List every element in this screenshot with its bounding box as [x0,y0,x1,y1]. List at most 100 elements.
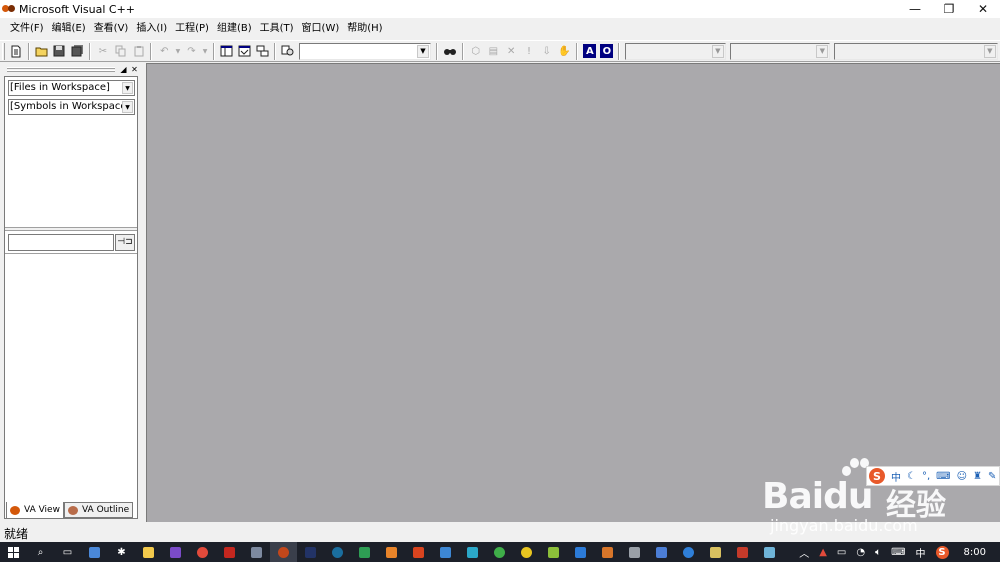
taskbar-app-5-icon[interactable] [324,542,351,562]
taskbar-app-13-icon[interactable] [540,542,567,562]
menu-insert[interactable]: 插入(I) [132,20,171,38]
open-folder-icon[interactable] [34,43,50,60]
sogou-tray-icon[interactable]: S [935,545,949,559]
taskbar-app-6-icon[interactable] [351,542,378,562]
class-combo[interactable]: ▼ [625,42,726,60]
members-combo[interactable]: ▼ [834,42,998,60]
punctuation-icon[interactable]: °, [922,471,930,482]
sogou-logo-icon[interactable]: S [869,468,885,484]
new-text-file-icon[interactable] [8,43,24,60]
chevron-down-icon[interactable]: ▼ [122,101,133,113]
ime-chinese-mode[interactable]: 中 [891,469,901,484]
menu-file[interactable]: 文件(F) [6,20,48,38]
files-in-workspace-combo[interactable]: [Files in Workspace] ▼ [8,80,135,96]
copy-icon[interactable] [113,43,129,60]
chevron-down-icon[interactable]: ▼ [122,82,133,94]
panel-close-icon[interactable]: ✕ [130,65,139,74]
compile-icon[interactable]: ⬡ [468,43,484,60]
tab-va-view[interactable]: VA View [6,502,64,519]
redo-icon[interactable]: ↷ [184,43,200,60]
visual-cpp-taskbar-icon[interactable] [270,542,297,562]
tools-icon[interactable]: ✎ [988,471,996,482]
va-toggle-o-button[interactable]: O [600,44,614,58]
chrome-icon[interactable] [189,542,216,562]
menu-view[interactable]: 查看(V) [90,20,133,38]
symbols-in-workspace-combo[interactable]: [Symbols in Workspace] ▼ [8,99,135,115]
taskbar-app-17-icon[interactable] [648,542,675,562]
sogou-ime-bar[interactable]: S 中 ☾ °, ⌨ ☺ ♜ ✎ [866,466,1000,486]
clock[interactable]: 8:00 [964,547,986,558]
taskbar-app-12-icon[interactable] [513,542,540,562]
window-list-icon[interactable] [254,43,270,60]
network-icon[interactable]: ◔ [856,547,865,558]
taskbar-app-11-icon[interactable] [486,542,513,562]
pin-icon[interactable]: ⊣⊐ [115,234,135,251]
taskbar-app-20-icon[interactable] [756,542,783,562]
chevron-down-icon[interactable]: ▼ [711,44,724,58]
save-all-icon[interactable] [69,43,85,60]
skin-icon[interactable]: ♜ [973,471,982,482]
build-icon[interactable]: ▤ [486,43,502,60]
redo-dropdown-icon[interactable]: ▼ [201,43,208,60]
visual-cpp-app-icon[interactable] [2,4,16,14]
moon-icon[interactable]: ☾ [907,471,916,482]
output-window-icon[interactable] [237,43,253,60]
taskbar-app-8-icon[interactable] [405,542,432,562]
taskbar-app-10-icon[interactable] [459,542,486,562]
menu-help[interactable]: 帮助(H) [343,20,386,38]
tray-ime-label[interactable]: 中 [916,545,926,560]
filter-combo[interactable]: ▼ [729,42,831,60]
taskbar-app-7-icon[interactable] [378,542,405,562]
chevron-down-icon[interactable]: ▼ [416,44,429,58]
acrobat-icon[interactable] [216,542,243,562]
chevron-down-icon[interactable]: ▼ [983,44,996,58]
edge-icon[interactable] [675,542,702,562]
search-icon[interactable]: ⌕ [27,542,54,562]
user-icon[interactable]: ☺ [957,471,967,482]
taskbar-app-4-icon[interactable] [297,542,324,562]
menu-build[interactable]: 组建(B) [213,20,256,38]
execute-icon[interactable]: ! [521,43,537,60]
minimize-button[interactable]: — [898,0,932,18]
undo-dropdown-icon[interactable]: ▼ [174,43,181,60]
menu-tools[interactable]: 工具(T) [256,20,298,38]
visual-studio-icon[interactable] [162,542,189,562]
battery-icon[interactable]: ▭ [837,547,846,558]
taskbar-app-2-icon[interactable]: ✱ [108,542,135,562]
chevron-down-icon[interactable]: ▼ [816,44,829,58]
save-icon[interactable] [51,43,67,60]
keyboard-tray-icon[interactable]: ⌨ [891,547,905,558]
tray-app-icon[interactable]: ▲ [819,547,827,558]
file-explorer-icon[interactable] [135,542,162,562]
keyboard-icon[interactable]: ⌨ [936,471,950,482]
breakpoint-hand-icon[interactable]: ✋ [557,43,573,60]
toolbar-grip[interactable] [2,42,5,60]
restore-button[interactable]: ❐ [932,0,966,18]
workspace-window-icon[interactable] [219,43,235,60]
taskbar-app-16-icon[interactable] [621,542,648,562]
panel-maximize-icon[interactable]: ◢ [119,65,128,74]
panel-splitter[interactable] [5,227,137,231]
volume-icon[interactable]: 🔈︎ [875,547,881,558]
find-combo[interactable]: ▼ [298,42,431,60]
close-button[interactable]: ✕ [966,0,1000,18]
va-toggle-a-button[interactable]: A [583,44,597,58]
menu-project[interactable]: 工程(P) [171,20,213,38]
go-icon[interactable]: ⇩ [539,43,555,60]
workspace-caption[interactable]: ◢ ✕ [5,65,141,74]
start-windows-icon[interactable] [0,542,27,562]
undo-icon[interactable]: ↶ [156,43,172,60]
find-icon[interactable] [442,43,458,60]
taskbar-app-15-icon[interactable] [594,542,621,562]
tray-expand-icon[interactable]: ︿ [799,545,809,560]
paste-icon[interactable] [131,43,147,60]
taskbar-app-19-icon[interactable] [729,542,756,562]
va-search-input[interactable] [8,234,114,251]
taskbar-app-18-icon[interactable] [702,542,729,562]
taskbar-app-3-icon[interactable] [243,542,270,562]
cut-icon[interactable]: ✂ [95,43,111,60]
task-view-icon[interactable]: ▭ [54,542,81,562]
menu-window[interactable]: 窗口(W) [298,20,344,38]
taskbar-app-1-icon[interactable] [81,542,108,562]
tab-va-outline[interactable]: VA Outline [63,502,134,518]
